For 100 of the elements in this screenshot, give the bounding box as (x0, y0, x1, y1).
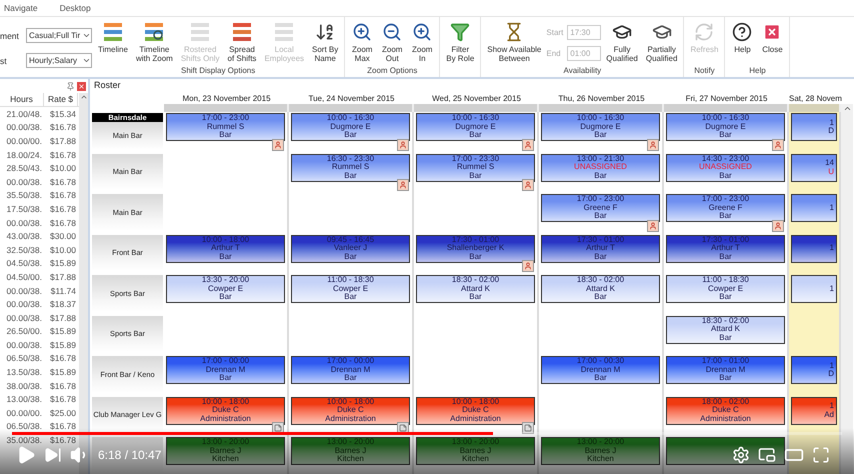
shift-role: Bar (594, 172, 607, 180)
ribbon-button[interactable]: Zoom Max (348, 19, 376, 65)
shift-block[interactable]: 14 U (791, 154, 837, 182)
shift-block[interactable]: 1 D (791, 113, 837, 141)
employee-name: Drennan M (330, 366, 370, 374)
shift-block[interactable]: 17:00 - 00:00 Drennan M Bar (291, 356, 410, 384)
employee-name: Drennan M (580, 366, 620, 374)
shift-block[interactable]: 13:00 - 20:00 Barnes J Kitchen (416, 437, 535, 465)
shift-block[interactable]: 1 Ad (791, 396, 837, 424)
dropdown-field[interactable]: Casual;Full Tir (26, 28, 92, 43)
shift-time: 13:00 - 21:30 (576, 154, 624, 163)
shift-block[interactable]: 13:00 - 21:30 UNASSIGNED Bar (541, 154, 660, 182)
ribbon-button[interactable]: Timeline (95, 19, 131, 56)
next-button[interactable] (44, 446, 62, 464)
shift-block[interactable]: 17:30 - 01:00 Arthur T Bar (666, 234, 785, 262)
table-cell-text: 21.00/48. (6, 108, 43, 119)
ribbon-button[interactable]: Sort By Name (309, 19, 342, 65)
ribbon-button[interactable]: Zoom In (408, 19, 436, 65)
table-cell-text: 17.50/38. (6, 204, 43, 214)
column-header[interactable]: Hours (0, 93, 44, 106)
shift-block[interactable]: 17:00 - 00:30 Drennan M Bar (541, 356, 660, 384)
shift-role: Bar (219, 131, 232, 140)
ribbon-button[interactable]: Zoom Out (378, 19, 406, 65)
shift-block[interactable]: 10:00 - 18:00 Duke C Administration (416, 396, 535, 424)
shift-block[interactable]: 13:00 - 20:00 Barnes J Kitchen (291, 437, 410, 465)
menu-item[interactable]: Navigate (4, 3, 38, 13)
table-cell-text: $15.89 (49, 326, 77, 336)
day-header: Sat, 28 Novem (789, 93, 842, 104)
table-cell-text: $17.88 (49, 136, 77, 146)
shift-block[interactable]: 18:30 - 02:00 Attard K Bar (666, 316, 785, 344)
shift-block[interactable]: 13:30 - 20:00 Cowper E Bar (166, 275, 285, 303)
shift-block[interactable]: 17:00 - 23:00 Rummel S Bar (166, 113, 285, 141)
dropdown-field[interactable]: Hourly;Salary (26, 53, 92, 68)
shift-block[interactable]: 17:00 - 23:30 Rummel S Bar (416, 154, 535, 182)
table-cell-text: 00.00/00. (6, 136, 43, 146)
table-cell-text: $16.78 (49, 122, 77, 132)
shift-block[interactable]: 11:00 - 18:30 Cowper E Bar (291, 275, 410, 303)
ribbon-button[interactable]: Show Available Between (484, 19, 544, 65)
shift-block[interactable]: 13:00 - 20:00 Barnes J Kitchen (541, 437, 660, 465)
table-cell-text: $30.00 (49, 231, 77, 242)
shift-role: Kitchen (212, 455, 239, 464)
shift-block[interactable]: 10:00 - 16:30 Dugmore E Bar (541, 113, 660, 141)
shift-block[interactable]: 1 (791, 194, 837, 222)
shift-block[interactable]: 18:30 - 02:00 Attard K Bar (541, 275, 660, 303)
settings-button[interactable] (732, 446, 750, 464)
filter-label: ment (0, 30, 20, 40)
shift-role: Bar (719, 212, 732, 221)
menu-item[interactable]: Desktop (60, 3, 91, 13)
employee-name: Attard K (586, 284, 615, 294)
table-cell-text: 00.00/38. (6, 122, 43, 132)
fullscreen-button[interactable] (812, 446, 830, 464)
shift-block[interactable]: 17:30 - 01:00 Shallenberger K Bar (416, 234, 535, 262)
ribbon-button[interactable]: Timeline with Zoom (132, 19, 176, 65)
shift-block[interactable]: 10:00 - 16:30 Dugmore E Bar (666, 113, 785, 141)
shift-role: Kitchen (462, 455, 489, 464)
shift-block[interactable] (666, 437, 785, 465)
shift-block[interactable]: 10:00 - 18:00 Duke C Administration (166, 396, 285, 424)
shift-block[interactable]: 14:30 - 23:00 UNASSIGNED Bar (666, 154, 785, 182)
shift-block[interactable]: 16:30 - 23:30 Rummel S Bar (291, 154, 410, 182)
shift-role: Kitchen (337, 455, 364, 464)
ribbon-button[interactable]: Partially Qualified (642, 19, 680, 65)
chevron-down-icon[interactable] (82, 56, 91, 65)
ribbon-button[interactable]: Fully Qualified (603, 19, 641, 65)
progress-track[interactable] (12, 432, 842, 435)
shift-role: Bar (219, 374, 232, 383)
scrollbar[interactable] (841, 104, 853, 474)
shift-block[interactable]: 13:00 - 20:00 Barnes J Kitchen (166, 437, 285, 465)
ribbon-button[interactable]: Spread of Shifts (224, 19, 260, 65)
table-cell-text: 13.00/38. (6, 394, 43, 404)
shift-block[interactable]: 18:00 - 02:00 Duke C Administration (666, 396, 785, 424)
day-header: Fri, 27 November 2015 (684, 93, 768, 104)
ribbon-button[interactable]: Filter By Role (443, 19, 478, 65)
scrollbar[interactable] (79, 93, 88, 474)
shift-block[interactable]: 1 D (791, 356, 837, 384)
miniplayer-button[interactable] (758, 446, 776, 464)
column-header[interactable]: Rate $ (44, 93, 78, 106)
shift-block[interactable]: 11:00 - 18:30 Cowper E Bar (666, 275, 785, 303)
chevron-down-icon[interactable] (82, 31, 91, 40)
ribbon-button[interactable]: Help (728, 19, 756, 56)
shift-block[interactable]: 17:30 - 01:00 Arthur T Bar (541, 234, 660, 262)
shift-block[interactable]: 09:45 - 16:45 Vanleer J Bar (291, 234, 410, 262)
shift-block[interactable]: 18:30 - 02:00 Attard K Bar (416, 275, 535, 303)
shift-block[interactable]: 10:00 - 18:00 Arthur T Bar (166, 234, 285, 262)
pin-icon[interactable] (66, 82, 75, 90)
shift-block[interactable]: 10:00 - 16:30 Dugmore E Bar (291, 113, 410, 141)
shift-time: 14:30 - 23:00 (702, 154, 750, 163)
shift-block[interactable]: 1 (791, 275, 837, 303)
chevron-up-icon[interactable] (80, 93, 88, 101)
chevron-up-icon[interactable] (842, 104, 852, 113)
shift-block[interactable]: 17:00 - 00:00 Drennan M Bar (166, 356, 285, 384)
employee-name: Duke C (337, 406, 364, 415)
ribbon-button[interactable]: Close (758, 19, 786, 56)
shift-time: 17:00 - 23:30 (452, 154, 500, 163)
close-icon[interactable] (77, 82, 86, 90)
shift-block[interactable]: 17:00 - 23:00 Greene F Bar (541, 194, 660, 222)
employee-name: Drennan M (206, 366, 246, 374)
shift-block[interactable]: 17:00 - 01:00 Drennan M Bar (666, 356, 785, 384)
shift-block[interactable]: 10:00 - 16:30 Dugmore E Bar (416, 113, 535, 141)
shift-block[interactable]: 10:00 - 18:00 Duke C Administration (291, 396, 410, 424)
shift-block[interactable]: 17:00 - 23:00 Greene F Bar (666, 194, 785, 222)
